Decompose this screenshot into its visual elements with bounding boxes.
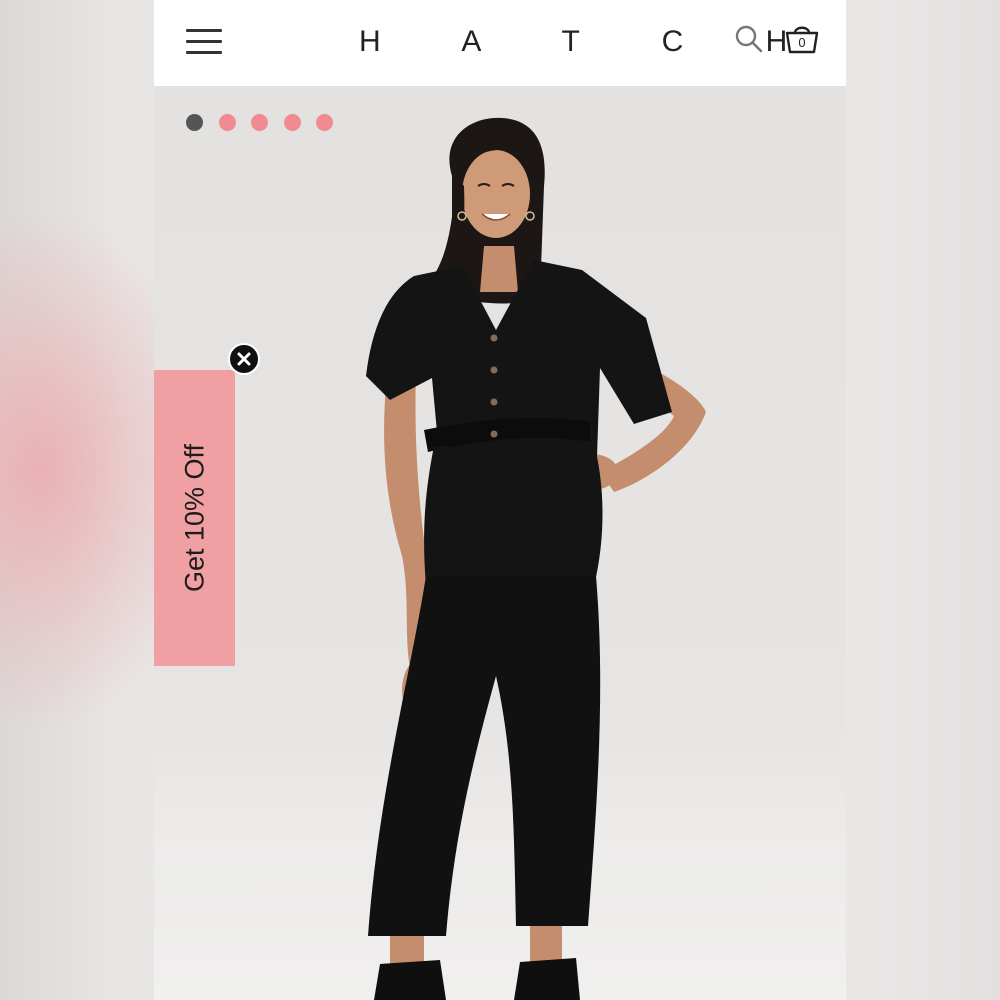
close-icon bbox=[237, 352, 251, 366]
discount-tab[interactable]: Get 10% Off bbox=[154, 370, 235, 666]
carousel-dot-5[interactable] bbox=[316, 114, 333, 131]
carousel-dot-3[interactable] bbox=[251, 114, 268, 131]
brand-logo[interactable]: H A T C H bbox=[359, 22, 787, 62]
site-header: H A T C H 0 bbox=[154, 0, 846, 86]
product-hero-image[interactable] bbox=[154, 86, 846, 1000]
search-icon bbox=[735, 25, 763, 53]
promo-close-button[interactable] bbox=[228, 343, 260, 375]
search-button[interactable] bbox=[734, 24, 764, 54]
cart-button[interactable]: 0 bbox=[784, 22, 820, 56]
cart-count: 0 bbox=[798, 35, 806, 50]
carousel-dot-2[interactable] bbox=[218, 114, 236, 131]
menu-button[interactable] bbox=[186, 27, 222, 55]
hamburger-menu-icon bbox=[186, 29, 222, 32]
carousel-dot-1[interactable] bbox=[186, 114, 203, 131]
model-in-black-jumpsuit bbox=[366, 117, 706, 1000]
discount-tab-label: Get 10% Off bbox=[179, 443, 210, 593]
mobile-page: H A T C H 0 Get 10% Off bbox=[154, 0, 846, 1000]
carousel-dot-4[interactable] bbox=[283, 114, 301, 131]
